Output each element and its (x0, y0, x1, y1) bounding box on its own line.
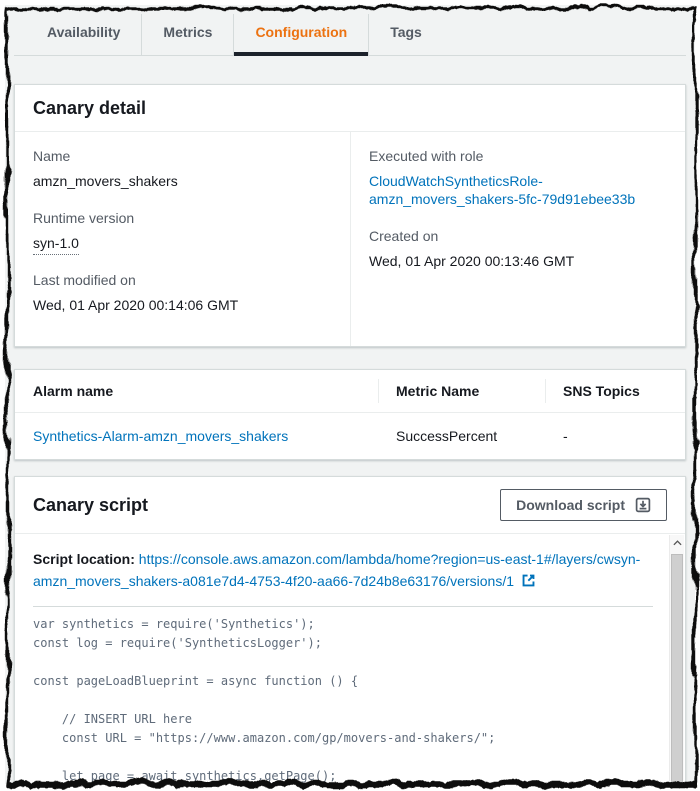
canary-detail-card: Canary detail Name amzn_movers_shakers R… (14, 84, 686, 347)
table-row: Synthetics-Alarm-amzn_movers_shakers Suc… (15, 413, 685, 459)
script-location-label: Script location: (33, 551, 135, 567)
created-on-value: Wed, 01 Apr 2020 00:13:46 GMT (369, 253, 575, 269)
canary-detail-body: Name amzn_movers_shakers Runtime version… (15, 132, 685, 346)
download-icon (635, 497, 651, 513)
tab-metrics[interactable]: Metrics (141, 14, 233, 55)
detail-right-column: Executed with role CloudWatchSyntheticsR… (350, 132, 685, 346)
canary-script-card: Canary script Download script Script loc… (14, 476, 686, 784)
external-link-icon[interactable] (521, 572, 536, 594)
last-modified-field: Last modified on Wed, 01 Apr 2020 00:14:… (33, 272, 332, 314)
name-label: Name (33, 148, 71, 164)
download-script-label: Download script (516, 497, 625, 513)
canary-detail-header: Canary detail (15, 85, 685, 132)
tab-tags[interactable]: Tags (368, 14, 443, 55)
tab-availability[interactable]: Availability (26, 14, 141, 55)
role-link[interactable]: CloudWatchSyntheticsRole-amzn_movers_sha… (369, 173, 635, 207)
executed-with-role-label: Executed with role (369, 148, 484, 164)
executed-with-role-field: Executed with role CloudWatchSyntheticsR… (369, 148, 667, 208)
scrollbar-up-arrow-icon[interactable] (670, 535, 684, 551)
script-scrollbar[interactable] (669, 535, 684, 784)
tab-list: Availability Metrics Configuration Tags (14, 14, 686, 56)
alarms-table-header: Alarm name Metric Name SNS Topics (15, 370, 685, 413)
alarm-name-column-header: Alarm name (33, 383, 114, 399)
created-on-label: Created on (369, 228, 439, 244)
tab-configuration[interactable]: Configuration (233, 14, 368, 56)
sns-topics-cell: - (563, 428, 568, 444)
canary-script-title: Canary script (33, 495, 149, 515)
tab-bar: Availability Metrics Configuration Tags (14, 14, 686, 56)
scrollbar-thumb[interactable] (671, 554, 683, 784)
last-modified-label: Last modified on (33, 272, 136, 288)
script-location-row: Script location: https://console.aws.ama… (33, 548, 653, 594)
metric-name-column-header: Metric Name (378, 370, 545, 412)
canary-configuration-screenshot: Availability Metrics Configuration Tags … (0, 0, 700, 791)
canary-detail-title: Canary detail (33, 98, 147, 118)
sns-topics-column-header: SNS Topics (545, 370, 685, 412)
alarm-name-link[interactable]: Synthetics-Alarm-amzn_movers_shakers (33, 428, 288, 444)
metric-name-cell: SuccessPercent (396, 428, 498, 444)
canary-script-header: Canary script Download script (15, 477, 685, 534)
runtime-version-value[interactable]: syn-1.0 (33, 235, 79, 255)
script-scroll-area: Script location: https://console.aws.ama… (15, 534, 685, 784)
script-divider (33, 606, 653, 607)
canary-script-code: var synthetics = require('Synthetics'); … (33, 617, 496, 783)
alarms-card: Alarm name Metric Name SNS Topics Synthe… (14, 369, 686, 460)
runtime-version-label: Runtime version (33, 210, 135, 226)
runtime-version-field: Runtime version syn-1.0 (33, 210, 332, 255)
script-content: Script location: https://console.aws.ama… (15, 534, 685, 784)
created-on-field: Created on Wed, 01 Apr 2020 00:13:46 GMT (369, 228, 667, 270)
last-modified-value: Wed, 01 Apr 2020 00:14:06 GMT (33, 297, 239, 313)
detail-left-column: Name amzn_movers_shakers Runtime version… (15, 132, 350, 346)
configuration-page: Availability Metrics Configuration Tags … (5, 5, 695, 784)
name-field: Name amzn_movers_shakers (33, 148, 332, 190)
download-script-button[interactable]: Download script (500, 489, 667, 521)
name-value: amzn_movers_shakers (33, 173, 178, 189)
